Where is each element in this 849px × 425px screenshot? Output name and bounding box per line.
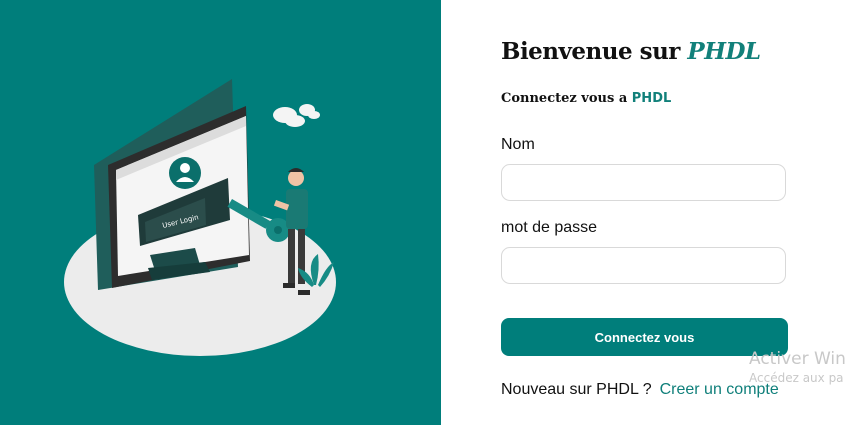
subtitle-brand: PHDL (631, 91, 672, 106)
page-subtitle: Connectez vous a PHDL (501, 91, 671, 106)
watermark-line-1: Activer Win (749, 349, 846, 369)
name-input[interactable] (501, 164, 786, 201)
watermark-line-2: Accédez aux pa (749, 371, 844, 385)
name-label: Nom (501, 136, 535, 153)
signup-prompt-text: Nouveau sur PHDL ? (501, 381, 652, 398)
cloud-icon (273, 104, 320, 127)
page-title: Bienvenue sur PHDL (501, 38, 761, 65)
subtitle-prefix: Connectez vous a (501, 91, 628, 106)
login-illustration: User Login (64, 79, 336, 356)
signup-prompt: Nouveau sur PHDL ? Creer un compte (501, 381, 779, 399)
password-input[interactable] (501, 247, 786, 284)
password-label: mot de passe (501, 219, 598, 236)
title-brand: PHDL (687, 38, 761, 65)
windows-activation-watermark: Activer Win Accédez aux pa (749, 349, 846, 385)
title-prefix: Bienvenue sur (501, 38, 680, 65)
login-button[interactable]: Connectez vous (501, 318, 788, 356)
illustration-panel: User Login (0, 0, 441, 425)
